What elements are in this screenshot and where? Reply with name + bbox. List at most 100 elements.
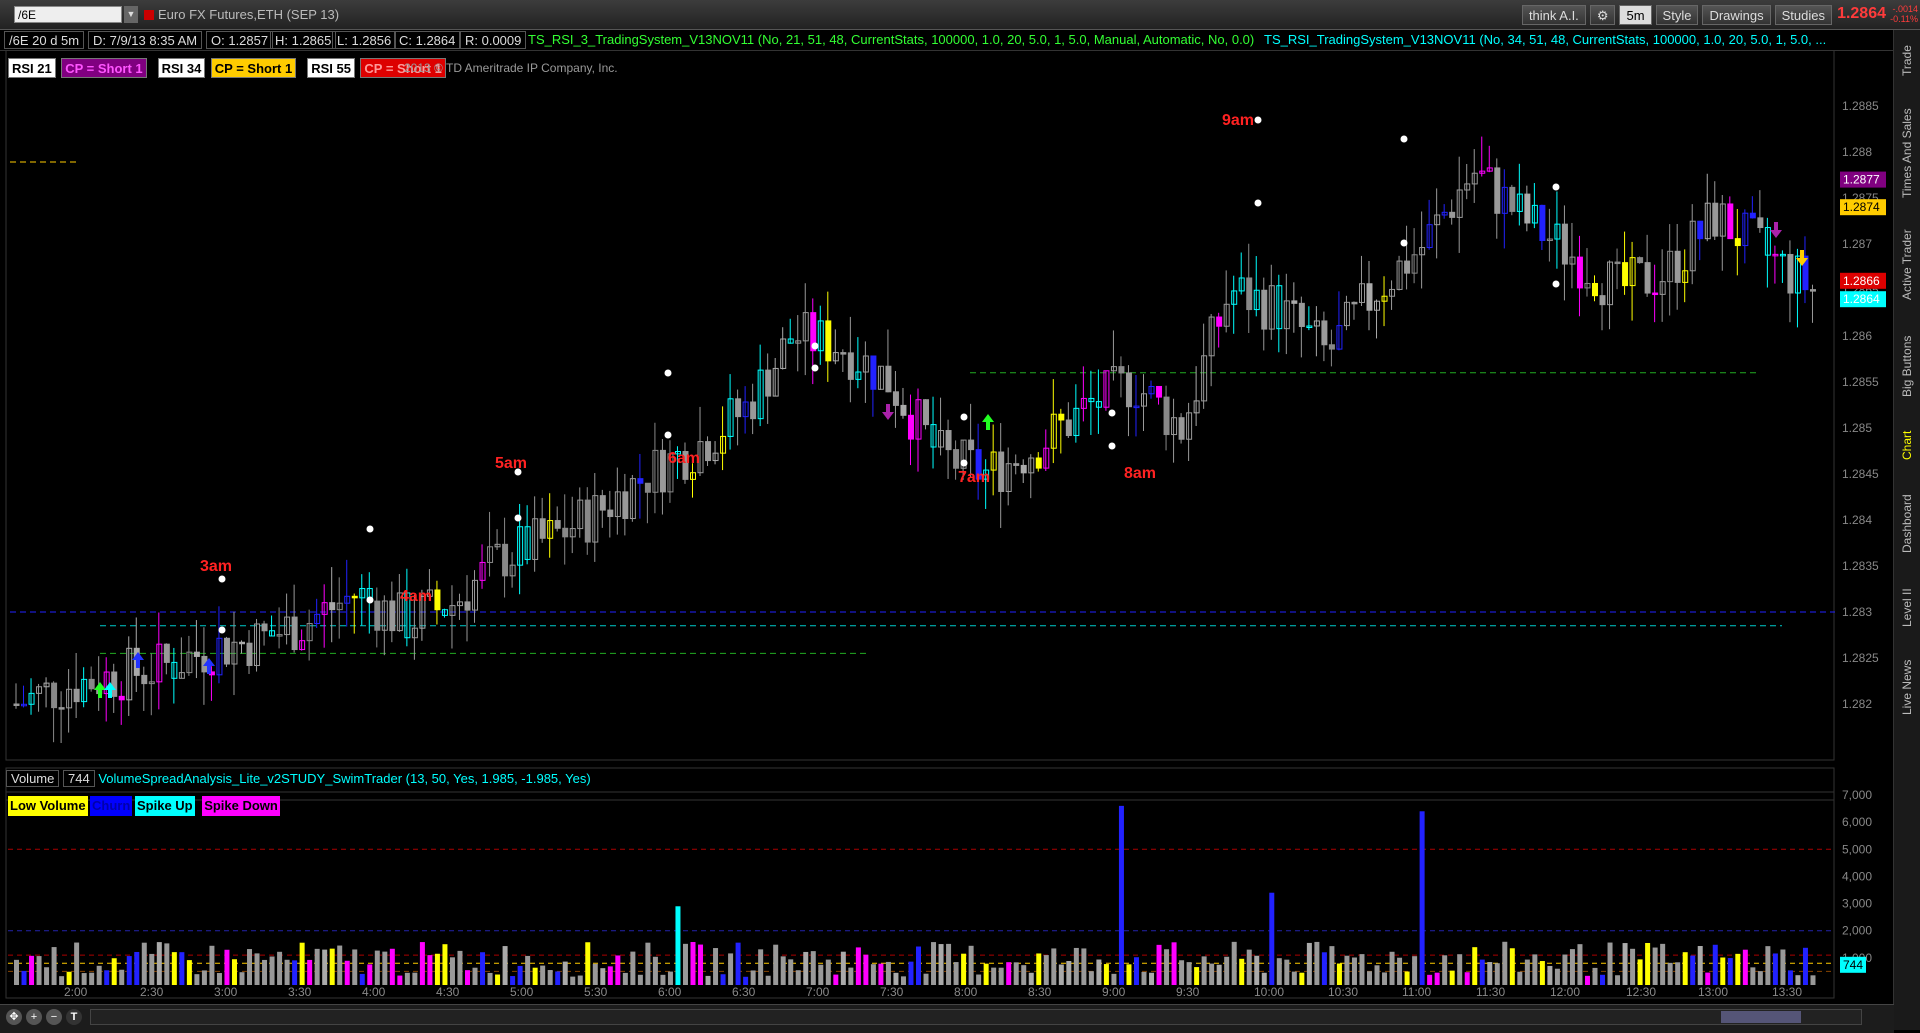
signal-dot	[366, 596, 374, 604]
volume-tick-label: 3,000	[1842, 897, 1872, 911]
signal-dot	[1400, 239, 1408, 247]
side-tab[interactable]: Live News	[1895, 652, 1919, 722]
candle-body	[1058, 413, 1065, 421]
candle-body	[1599, 295, 1606, 306]
volume-bar	[126, 956, 132, 985]
time-scrollbar[interactable]	[90, 1009, 1862, 1025]
settings-icon[interactable]: ⚙	[1589, 5, 1616, 25]
volume-bar	[1201, 956, 1207, 985]
text-tool-icon[interactable]: T	[66, 1009, 82, 1025]
candle-body	[464, 601, 471, 611]
volume-bar	[1367, 971, 1372, 985]
candle-body	[1246, 277, 1253, 311]
price-chart[interactable]: 1.28851.2881.28751.2871.28651.2861.28551…	[0, 50, 1894, 1004]
symbol-input[interactable]: /6E	[14, 6, 122, 23]
side-tab[interactable]: Dashboard	[1895, 484, 1919, 564]
think-ai-button[interactable]: think A.I.	[1521, 5, 1586, 25]
volume-bar	[1667, 962, 1673, 985]
volume-bar	[21, 970, 27, 985]
pan-icon[interactable]: ✥	[6, 1009, 22, 1025]
volume-bar	[1787, 970, 1793, 985]
candle-body	[953, 449, 960, 469]
volume-bar	[923, 973, 929, 985]
x-tick-label: 3:00	[214, 985, 238, 999]
volume-bar	[848, 967, 854, 985]
study-rsi-label[interactable]: TS_RSI_TradingSystem_V13NOV11 (No, 34, 5…	[1264, 32, 1864, 47]
side-tab[interactable]: Big Buttons	[1895, 326, 1919, 406]
volume-bar	[1547, 965, 1553, 985]
volume-bar	[1073, 947, 1079, 985]
volume-panel-header: Volume 744 VolumeSpreadAnalysis_Lite_v2S…	[6, 769, 591, 789]
volume-bar	[487, 972, 493, 985]
volume-bar	[1359, 954, 1365, 985]
volume-bar	[795, 970, 801, 985]
signal-dot	[664, 431, 672, 439]
signal-arrow	[882, 404, 894, 420]
volume-bar	[720, 974, 726, 985]
volume-bar	[1284, 959, 1290, 985]
y-tick-label: 1.283	[1842, 605, 1872, 619]
volume-bar	[419, 942, 425, 985]
side-tab[interactable]: Times And Sales	[1895, 102, 1919, 204]
period-selector[interactable]: 5m	[1619, 5, 1652, 25]
chart-id[interactable]: /6E 20 d 5m	[4, 31, 85, 49]
candle-body	[840, 352, 847, 355]
volume-bar	[1276, 958, 1282, 985]
volume-legend-item: Spike Up	[135, 796, 195, 816]
candle-body	[351, 595, 358, 599]
candle-body	[750, 401, 757, 420]
candle-body	[892, 391, 899, 406]
volume-bar	[600, 968, 606, 985]
volume-bar	[1772, 953, 1778, 985]
vsa-study-label[interactable]: VolumeSpreadAnalysis_Lite_v2STUDY_SwimTr…	[98, 771, 590, 786]
volume-bar	[1021, 965, 1027, 985]
side-tab[interactable]: Active Trader	[1895, 220, 1919, 310]
volume-bar	[442, 944, 448, 985]
price-label: 1.2866	[1843, 274, 1880, 288]
volume-bar	[337, 945, 343, 985]
y-tick-label: 1.288	[1842, 145, 1872, 159]
bar-open: O: 1.2857	[206, 31, 274, 49]
study-rsi3-label[interactable]: TS_RSI_3_TradingSystem_V13NOV11 (No, 21,…	[528, 32, 1254, 47]
x-tick-label: 5:30	[584, 985, 608, 999]
volume-bar	[299, 942, 305, 985]
volume-bar	[1254, 955, 1260, 985]
volume-bar	[465, 970, 470, 985]
volume-bar	[277, 951, 283, 985]
candle-body	[1561, 223, 1568, 265]
volume-bar	[1246, 949, 1252, 985]
volume-bar	[1043, 955, 1049, 985]
zoom-in-icon[interactable]: +	[26, 1009, 42, 1025]
volume-bar	[1449, 970, 1455, 985]
candle-body	[389, 600, 396, 632]
volume-bar	[855, 947, 861, 985]
bar-range: R: 0.0009	[460, 31, 527, 49]
x-tick-label: 5:00	[510, 985, 534, 999]
volume-bar	[36, 956, 42, 985]
symbol-dropdown-icon[interactable]: ▼	[124, 6, 138, 23]
candle-body	[374, 600, 381, 631]
scroll-thumb[interactable]	[1721, 1011, 1801, 1023]
volume-bar	[1299, 972, 1305, 985]
studies-menu[interactable]: Studies	[1774, 5, 1832, 25]
volume-bar	[758, 949, 764, 985]
time-annotation: 4am	[400, 588, 432, 605]
candle-body	[13, 703, 20, 706]
change-abs: -.0014	[1892, 4, 1918, 14]
side-tab[interactable]: Chart	[1895, 422, 1919, 468]
zoom-out-icon[interactable]: −	[46, 1009, 62, 1025]
volume-bar	[374, 950, 380, 985]
style-menu[interactable]: Style	[1655, 5, 1699, 25]
volume-bar	[1645, 942, 1651, 985]
candle-body	[1757, 217, 1764, 229]
time-annotation: 3am	[200, 558, 232, 575]
volume-value: 744	[63, 770, 95, 787]
volume-bar	[1765, 946, 1771, 985]
drawings-menu[interactable]: Drawings	[1702, 5, 1771, 25]
signal-dot	[664, 369, 672, 377]
side-tab[interactable]: Trade	[1895, 36, 1919, 86]
y-tick-label: 1.2855	[1842, 375, 1879, 389]
x-tick-label: 12:30	[1626, 985, 1656, 999]
volume-bar	[555, 971, 561, 985]
side-tab[interactable]: Level II	[1895, 580, 1919, 636]
